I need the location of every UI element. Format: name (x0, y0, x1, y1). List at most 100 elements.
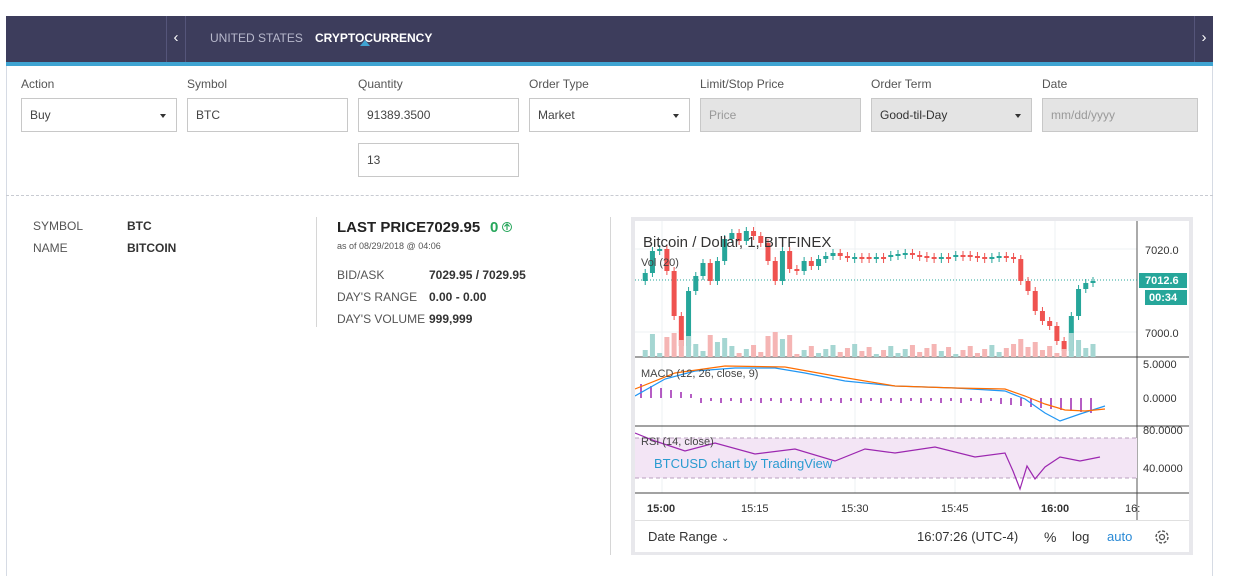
candle-body (772, 261, 778, 281)
candle-body (1076, 289, 1082, 316)
volume-bar (743, 349, 749, 357)
log-scale-toggle[interactable]: log (1072, 529, 1089, 544)
limit-stop-input[interactable]: Price (700, 98, 861, 132)
volume-bar (758, 352, 764, 357)
time-axis-tick: 15:00 (647, 503, 675, 515)
volume-bar (931, 344, 937, 357)
chevron-left-icon[interactable]: ‹ (167, 16, 185, 62)
name-info-value: BITCOIN (127, 241, 177, 255)
candle-body (982, 257, 988, 259)
tab-separator (185, 16, 186, 62)
volume-bar (1039, 350, 1045, 357)
volume-bar (917, 352, 923, 357)
chart-title: Bitcoin / Dollar, 1, BITFINEX (643, 234, 831, 251)
price-change: 0 (490, 219, 499, 236)
gear-icon[interactable] (1153, 528, 1171, 546)
action-select[interactable]: Buy (21, 98, 177, 132)
volume-bar (816, 353, 822, 357)
symbol-input[interactable]: BTC (187, 98, 348, 132)
candle-body (1018, 259, 1024, 281)
volume-bar (1061, 349, 1067, 357)
volume-bar (902, 349, 908, 357)
candle-body (779, 251, 785, 281)
chart-watermark-link[interactable]: BTCUSD chart by TradingView (654, 456, 833, 471)
candle-body (844, 256, 850, 258)
volume-bar (808, 346, 814, 357)
volume-bar (664, 337, 670, 357)
order-term-select[interactable]: Good-til-Day (871, 98, 1032, 132)
candle-body (902, 253, 908, 255)
order-type-value: Market (538, 108, 575, 122)
price-axis-tick: 7020.0 (1145, 245, 1179, 257)
order-type-label: Order Type (529, 77, 589, 91)
column-divider (316, 217, 317, 327)
volume-bar (938, 351, 944, 357)
candle-body (881, 257, 887, 259)
volume-bar (1076, 340, 1082, 357)
candle-body (888, 255, 894, 257)
candle-body (1025, 281, 1031, 291)
volume-bar (844, 348, 850, 357)
chart-toolbar: Date Range ⌄ 16:07:26 (UTC-4) % log auto (635, 520, 1189, 552)
candle-body (1054, 326, 1060, 341)
volume-bar (642, 350, 648, 357)
volume-bar (852, 344, 858, 357)
macd-axis-tick: 5.0000 (1143, 359, 1177, 371)
candle-body (1090, 281, 1096, 283)
tab-cryptocurrency[interactable]: CRYPTOCURRENCY (315, 16, 432, 62)
candle-body (1083, 283, 1089, 289)
volume-bar (1090, 344, 1096, 357)
symbol-label: Symbol (187, 77, 228, 91)
auto-scale-toggle[interactable]: auto (1107, 529, 1132, 544)
macd-axis-tick: 0.0000 (1143, 393, 1177, 405)
rsi-indicator-label: RSI (14, close) (641, 436, 714, 448)
order-type-select[interactable]: Market (529, 98, 690, 132)
candle-body (1032, 291, 1038, 311)
candle-body (794, 269, 800, 271)
active-tab-indicator (360, 40, 370, 46)
volume-bar (794, 354, 800, 357)
date-range-button[interactable]: Date Range ⌄ (648, 529, 729, 544)
days-volume-label: DAY'S VOLUME (337, 312, 426, 326)
column-divider (610, 217, 611, 555)
volume-indicator-label: Vol (20) (641, 257, 679, 269)
candle-body (830, 253, 836, 256)
candle-body (924, 256, 930, 258)
candle-body (642, 273, 648, 281)
candle-body (873, 257, 879, 259)
volume-bar (859, 351, 865, 357)
candle-body (787, 251, 793, 269)
volume-bar (729, 346, 735, 357)
date-input[interactable]: mm/dd/yyyy (1042, 98, 1198, 132)
volume-bar (823, 349, 829, 357)
volume-bar (751, 345, 757, 357)
tab-united-states[interactable]: UNITED STATES (210, 16, 303, 62)
volume-bar (722, 338, 728, 357)
last-price-tag-text: 7012.6 (1145, 275, 1179, 287)
quantity-secondary-input[interactable]: 13 (358, 143, 519, 177)
macd-indicator-label: MACD (12, 26, close, 9) (641, 368, 758, 380)
date-placeholder: mm/dd/yyyy (1051, 108, 1116, 122)
chevron-right-icon[interactable]: › (1195, 16, 1213, 62)
volume-bar (678, 340, 684, 357)
volume-bar (736, 353, 742, 357)
volume-bar (924, 348, 930, 357)
days-range-label: DAY'S RANGE (337, 290, 418, 304)
section-divider (6, 195, 1213, 196)
price-chart-canvas[interactable]: Bitcoin / Dollar, 1, BITFINEX Vol (20) M… (635, 221, 1189, 520)
bid-ask-value: 7029.95 / 7029.95 (429, 268, 526, 282)
candle-body (917, 255, 923, 257)
market-tab-bar: ‹ UNITED STATES CRYPTOCURRENCY › (6, 16, 1213, 62)
countdown-tag-text: 00:34 (1149, 292, 1178, 304)
quantity-input[interactable]: 91389.3500 (358, 98, 519, 132)
last-price-value: 7029.95 (426, 219, 481, 236)
candle-body (1003, 256, 1009, 258)
volume-bar (1018, 339, 1024, 357)
percent-scale-toggle[interactable]: % (1044, 529, 1056, 545)
candle-body (895, 254, 901, 256)
volume-bar (960, 350, 966, 357)
volume-bar (982, 349, 988, 357)
price-axis-tick: 7000.0 (1145, 328, 1179, 340)
volume-bar (974, 353, 980, 357)
chart-clock: 16:07:26 (UTC-4) (917, 529, 1019, 544)
